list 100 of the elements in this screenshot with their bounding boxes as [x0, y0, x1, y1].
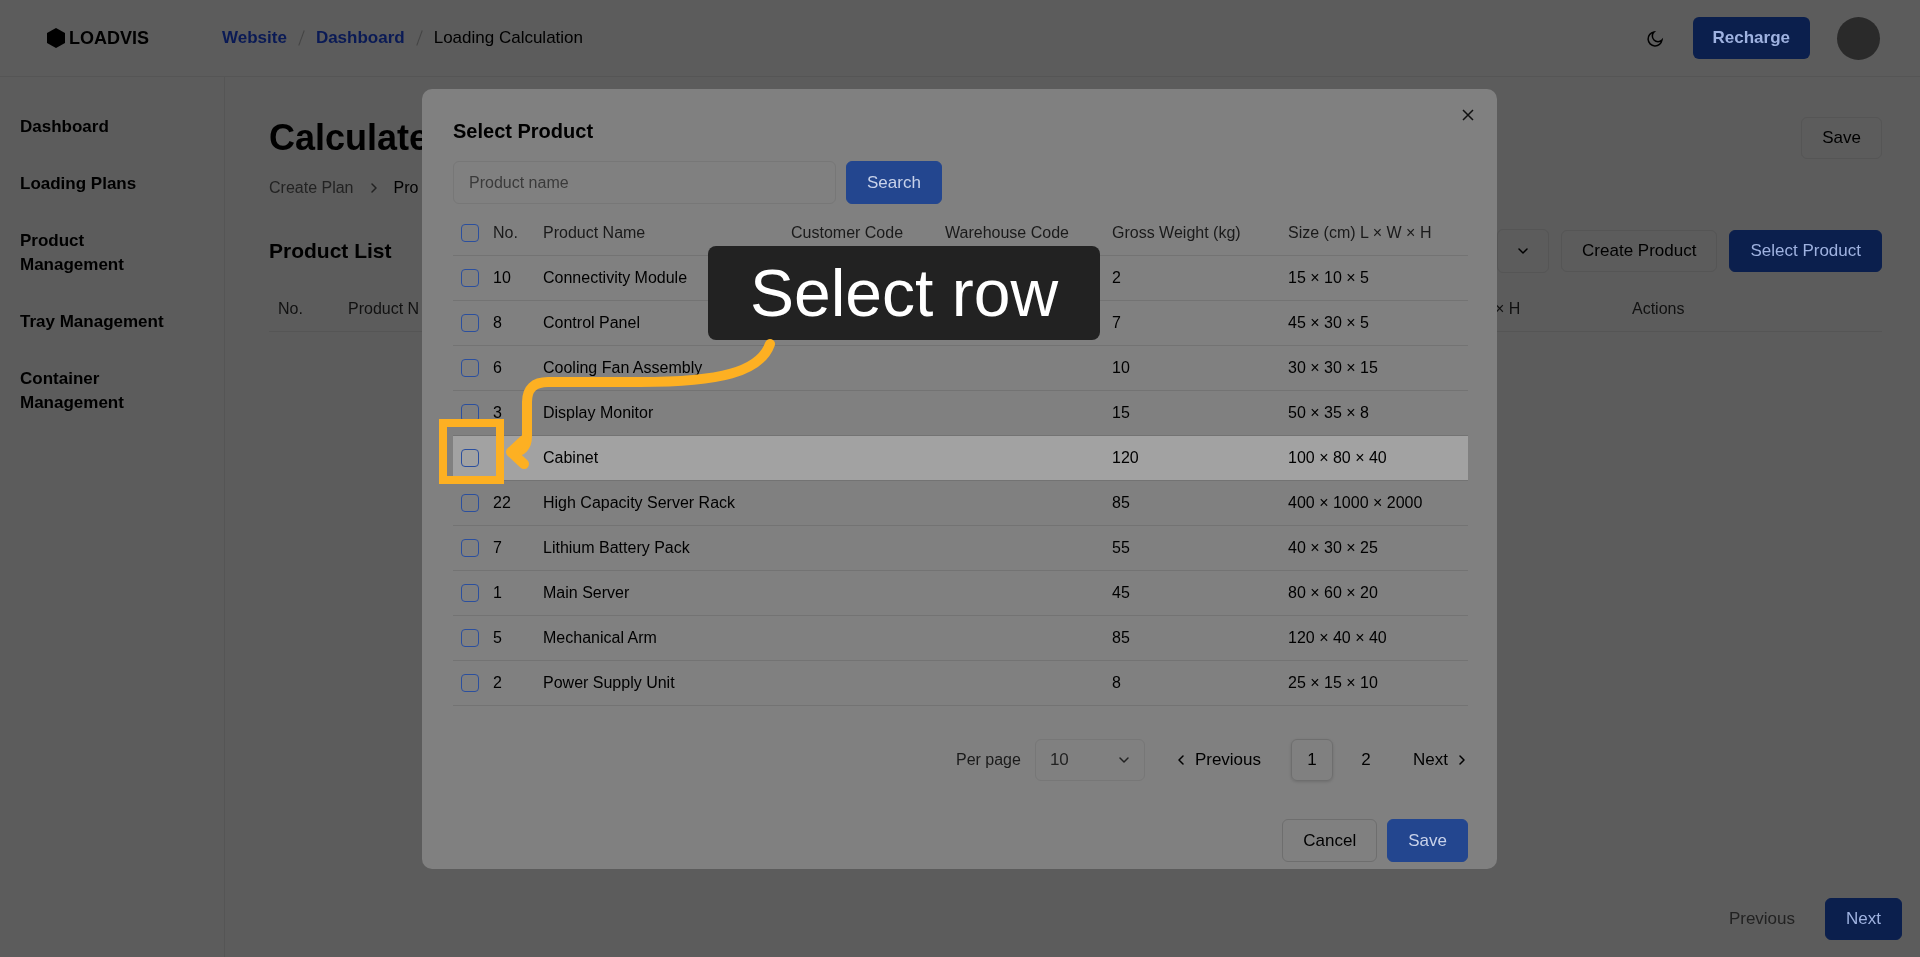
- highlight-frame: [439, 419, 504, 484]
- table-cell-text: Connectivity Module: [543, 269, 689, 287]
- column-header: No.: [278, 299, 304, 319]
- logo-text: LOADVIS: [69, 27, 149, 49]
- breadcrumb-current: Loading Calculation: [433, 28, 583, 48]
- checkbox[interactable]: [461, 629, 479, 647]
- chevron-right-icon: [1456, 754, 1468, 766]
- close-icon[interactable]: [1461, 108, 1475, 122]
- table-cell-text: 10: [1112, 359, 1131, 377]
- table-cell-text: Display Monitor: [543, 404, 655, 422]
- table-row[interactable]: 6 Cooling Fan Assembly 10 30 × 30 × 15: [453, 346, 1468, 391]
- table-cell-text: 5: [493, 629, 503, 647]
- page-button[interactable]: 2: [1345, 739, 1388, 781]
- outline-button[interactable]: Create Product: [1561, 230, 1718, 272]
- previous-button[interactable]: Previous: [1174, 750, 1262, 770]
- table-cell-text: High Capacity Server Rack: [543, 494, 737, 512]
- sidebar-item[interactable]: Loading Plans: [20, 172, 137, 196]
- checkbox[interactable]: [461, 269, 479, 287]
- table-cell-text: 10: [493, 269, 512, 287]
- table-cell-text: 120 × 40 × 40: [1288, 629, 1388, 647]
- table-row[interactable]: Cabinet 120 100 × 80 × 40: [453, 436, 1468, 481]
- table-cell-text: Cabinet: [543, 449, 600, 467]
- tooltip-callout: Select row: [708, 246, 1100, 340]
- table-row[interactable]: 2 Power Supply Unit 8 25 × 15 × 10: [453, 661, 1468, 706]
- primary-button[interactable]: Select Product: [1729, 230, 1882, 272]
- sidebar-item[interactable]: Tray Management: [20, 310, 164, 334]
- column-header: Gross Weight (kg): [1112, 223, 1241, 241]
- cancel-button[interactable]: Cancel: [1282, 819, 1378, 862]
- avatar[interactable]: [1837, 16, 1880, 60]
- table-cell-text: 85: [1112, 494, 1131, 512]
- search-field[interactable]: Product name: [453, 161, 836, 204]
- next-button[interactable]: Next: [1825, 898, 1902, 940]
- table-cell-text: Main Server: [543, 584, 631, 602]
- page-button[interactable]: 1: [1291, 739, 1334, 781]
- recharge-button[interactable]: Recharge: [1692, 17, 1810, 59]
- table-row[interactable]: 5 Mechanical Arm 85 120 × 40 × 40: [453, 616, 1468, 661]
- table-cell-text: 85: [1112, 629, 1131, 647]
- table-cell-text: 7: [1112, 314, 1122, 332]
- checkbox[interactable]: [461, 584, 479, 602]
- page-title: Calculate: [269, 117, 430, 159]
- moon-icon[interactable]: [1646, 29, 1665, 47]
- table-cell-text: 6: [493, 359, 503, 377]
- breadcrumb-item: Pro: [393, 179, 419, 197]
- table-row[interactable]: 1 Main Server 45 80 × 60 × 20: [453, 571, 1468, 616]
- table-cell-text: 15: [1112, 404, 1131, 422]
- table-cell-text: Power Supply Unit: [543, 674, 676, 692]
- table-cell-text: 8: [493, 314, 503, 332]
- search-button[interactable]: Search: [846, 161, 942, 204]
- table-cell-text: Mechanical Arm: [543, 629, 658, 647]
- table-cell-text: 100 × 80 × 40: [1288, 449, 1388, 467]
- checkbox[interactable]: [461, 449, 479, 467]
- sidebar-item[interactable]: Dashboard: [20, 115, 109, 139]
- table-cell-text: Control Panel: [543, 314, 641, 332]
- per-page-label: Per page: [955, 751, 1021, 769]
- section-title: Product List: [269, 239, 393, 263]
- table-row[interactable]: 7 Lithium Battery Pack 55 40 × 30 × 25: [453, 526, 1468, 571]
- table-cell-text: 400 × 1000 × 2000: [1288, 494, 1424, 512]
- checkbox[interactable]: [461, 674, 479, 692]
- table-cell-text: Cooling Fan Assembly: [543, 359, 704, 377]
- table-cell-text: 55: [1112, 539, 1131, 557]
- table-cell-text: 80 × 60 × 20: [1288, 584, 1379, 602]
- table-cell-text: 25 × 15 × 10: [1288, 674, 1379, 692]
- table-cell-text: 50 × 35 × 8: [1288, 404, 1370, 422]
- per-page-select[interactable]: 10: [1034, 739, 1145, 781]
- checkbox[interactable]: [461, 314, 479, 332]
- table-cell-text: 120: [1112, 449, 1140, 467]
- column-header: Product Name: [543, 223, 646, 241]
- chevron-down-icon: [1117, 754, 1130, 766]
- table-cell-text: 15 × 10 × 5: [1288, 269, 1370, 287]
- column-header: Customer Code: [791, 223, 904, 241]
- table-cell-text: 45 × 30 × 5: [1288, 314, 1370, 332]
- column-header: Size (cm) L × W × H: [1288, 223, 1432, 241]
- table-cell-text: 40 × 30 × 25: [1288, 539, 1379, 557]
- table-cell-text: 22: [493, 494, 512, 512]
- chevron-down-icon: [1517, 245, 1530, 257]
- column-header: Actions: [1632, 299, 1685, 319]
- table-cell-text: 8: [1112, 674, 1122, 692]
- sidebar-item[interactable]: Product Management: [20, 229, 180, 277]
- table-cell-text: 7: [493, 539, 503, 557]
- save-button[interactable]: Save: [1801, 117, 1882, 159]
- table-cell-text: 3: [493, 404, 503, 422]
- save-button[interactable]: Save: [1387, 819, 1468, 862]
- cube-icon: [47, 28, 65, 48]
- sidebar-item[interactable]: Container Management: [20, 367, 180, 415]
- table-cell-text: 45: [1112, 584, 1131, 602]
- column-header: No.: [493, 223, 518, 241]
- checkbox[interactable]: [461, 359, 479, 377]
- table-cell-text: Lithium Battery Pack: [543, 539, 691, 557]
- table-row[interactable]: 22 High Capacity Server Rack 85 400 × 1000 × 2000: [453, 481, 1468, 526]
- column-header: Product N: [348, 299, 421, 319]
- table-cell-text: 1: [493, 584, 503, 602]
- next-button[interactable]: Next: [1413, 750, 1468, 770]
- checkbox[interactable]: [461, 223, 479, 242]
- checkbox[interactable]: [461, 539, 479, 557]
- column-header: Warehouse Code: [945, 223, 1069, 241]
- table-cell-text: 30 × 30 × 15: [1288, 359, 1379, 377]
- table-cell-text: 2: [493, 674, 503, 692]
- table-cell-text: 2: [1112, 269, 1122, 287]
- checkbox[interactable]: [461, 494, 479, 512]
- dialog-title: Select Product: [453, 120, 595, 143]
